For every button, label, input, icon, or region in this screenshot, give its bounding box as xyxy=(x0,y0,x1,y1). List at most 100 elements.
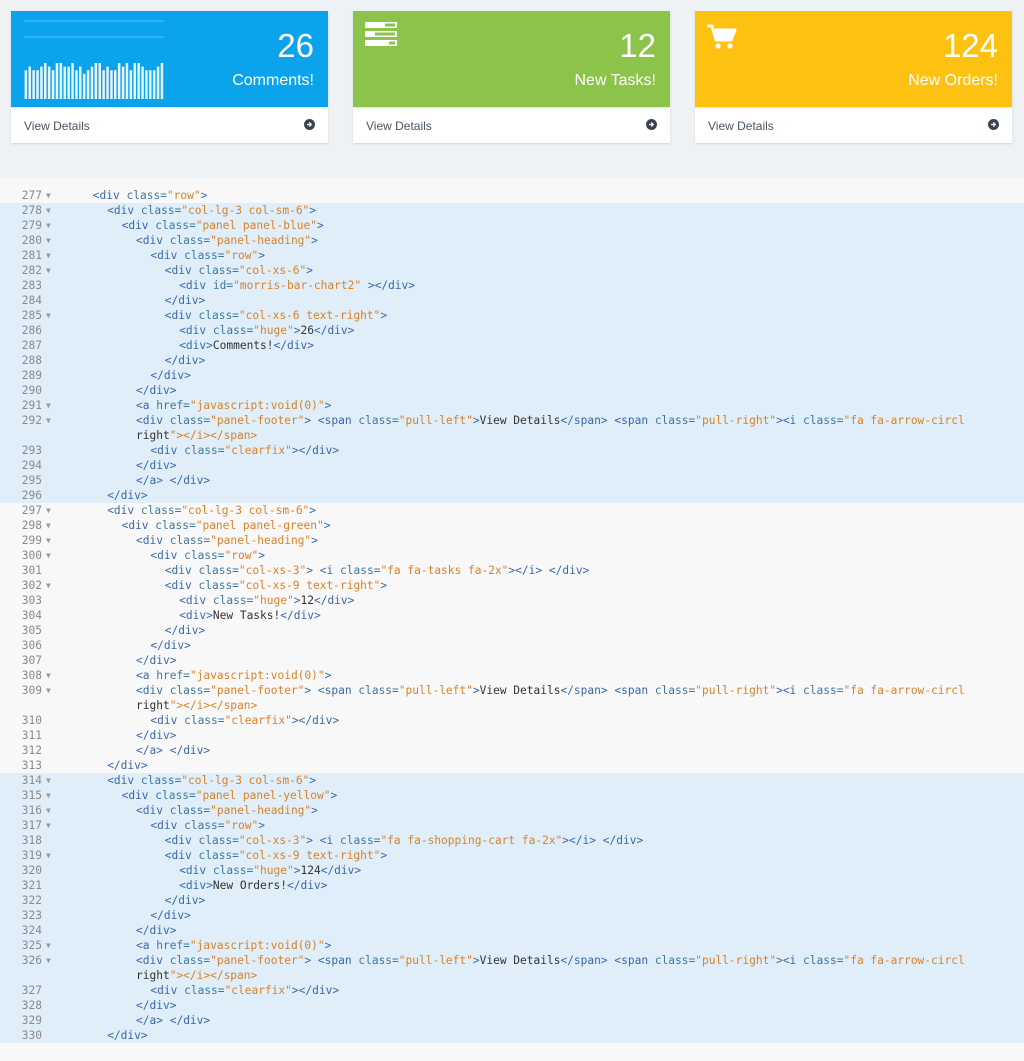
code-line[interactable]: right"></i></span> xyxy=(0,428,1024,443)
fold-arrow-icon[interactable]: ▼ xyxy=(46,398,56,413)
code-line[interactable]: 281 ▼ <div class="row"> xyxy=(0,248,1024,263)
code-line[interactable]: 291 ▼ <a href="javascript:void(0)"> xyxy=(0,398,1024,413)
code-line[interactable]: 299 ▼ <div class="panel-heading"> xyxy=(0,533,1024,548)
code-line[interactable]: 325 ▼ <a href="javascript:void(0)"> xyxy=(0,938,1024,953)
code-line[interactable]: 329 </a> </div> xyxy=(0,1013,1024,1028)
line-number: 303 xyxy=(21,594,42,607)
code-line[interactable]: 277 ▼ <div class="row"> xyxy=(0,188,1024,203)
code-line[interactable]: 287 <div>Comments!</div> xyxy=(0,338,1024,353)
code-line[interactable]: 320 <div class="huge">124</div> xyxy=(0,863,1024,878)
fold-arrow-icon[interactable]: ▼ xyxy=(46,518,56,533)
line-number: 301 xyxy=(21,564,42,577)
code-line[interactable]: 297 ▼ <div class="col-lg-3 col-sm-6"> xyxy=(0,503,1024,518)
code-line[interactable]: 303 <div class="huge">12</div> xyxy=(0,593,1024,608)
code-line[interactable]: 319 ▼ <div class="col-xs-9 text-right"> xyxy=(0,848,1024,863)
code-line[interactable]: 284 </div> xyxy=(0,293,1024,308)
fold-arrow-icon[interactable]: ▼ xyxy=(46,788,56,803)
code-line[interactable]: 321 <div>New Orders!</div> xyxy=(0,878,1024,893)
code-line[interactable]: 283 <div id="morris-bar-chart2" ></div> xyxy=(0,278,1024,293)
code-line[interactable]: 286 <div class="huge">26</div> xyxy=(0,323,1024,338)
code-line[interactable]: 290 </div> xyxy=(0,383,1024,398)
fold-arrow-icon[interactable]: ▼ xyxy=(46,503,56,518)
code-line[interactable]: 293 <div class="clearfix"></div> xyxy=(0,443,1024,458)
code-line[interactable]: 304 <div>New Tasks!</div> xyxy=(0,608,1024,623)
code-line[interactable]: 311 </div> xyxy=(0,728,1024,743)
code-line[interactable]: 298 ▼ <div class="panel panel-green"> xyxy=(0,518,1024,533)
code-line[interactable]: 305 </div> xyxy=(0,623,1024,638)
code-line[interactable]: 295 </a> </div> xyxy=(0,473,1024,488)
code-line[interactable]: 301 <div class="col-xs-3"> <i class="fa f… xyxy=(0,563,1024,578)
code-line[interactable]: 294 </div> xyxy=(0,458,1024,473)
code-line[interactable]: 280 ▼ <div class="panel-heading"> xyxy=(0,233,1024,248)
code-line[interactable]: 322 </div> xyxy=(0,893,1024,908)
code-line[interactable]: 323 </div> xyxy=(0,908,1024,923)
panel-comments: 26 Comments! View Details xyxy=(11,11,328,143)
fold-arrow-icon[interactable]: ▼ xyxy=(46,818,56,833)
code-line[interactable]: 309 ▼ <div class="panel-footer"> <span cla… xyxy=(0,683,1024,698)
code-line[interactable]: 313 </div> xyxy=(0,758,1024,773)
code-line[interactable]: 328 </div> xyxy=(0,998,1024,1013)
fold-arrow-icon[interactable]: ▼ xyxy=(46,413,56,428)
code-text: <div class="row"> xyxy=(150,819,265,832)
code-line[interactable]: 315 ▼ <div class="panel panel-yellow"> xyxy=(0,788,1024,803)
view-details-tasks[interactable]: View Details xyxy=(353,107,670,143)
fold-arrow-icon[interactable]: ▼ xyxy=(46,308,56,323)
fold-arrow-icon[interactable]: ▼ xyxy=(46,218,56,233)
mini-chart-bar xyxy=(156,66,160,99)
fold-arrow-icon[interactable]: ▼ xyxy=(46,683,56,698)
line-number: 278 xyxy=(21,204,42,217)
code-text: <div class="clearfix"></div> xyxy=(150,714,340,727)
fold-arrow-icon[interactable]: ▼ xyxy=(46,953,56,968)
mini-chart-bar xyxy=(51,70,55,99)
code-line[interactable]: 324 </div> xyxy=(0,923,1024,938)
code-line[interactable]: 316 ▼ <div class="panel-heading"> xyxy=(0,803,1024,818)
code-line[interactable]: 308 ▼ <a href="javascript:void(0)"> xyxy=(0,668,1024,683)
fold-arrow-icon[interactable]: ▼ xyxy=(46,548,56,563)
line-number: 287 xyxy=(21,339,42,352)
code-line[interactable]: 327 <div class="clearfix"></div> xyxy=(0,983,1024,998)
code-line[interactable]: 314 ▼ <div class="col-lg-3 col-sm-6"> xyxy=(0,773,1024,788)
code-line[interactable]: 318 <div class="col-xs-3"> <i class="fa f… xyxy=(0,833,1024,848)
fold-arrow-icon[interactable]: ▼ xyxy=(46,578,56,593)
code-line[interactable]: 279 ▼ <div class="panel panel-blue"> xyxy=(0,218,1024,233)
code-line[interactable]: 282 ▼ <div class="col-xs-6"> xyxy=(0,263,1024,278)
code-line[interactable]: right"></i></span> xyxy=(0,968,1024,983)
code-text: right"></i></span> xyxy=(136,699,258,712)
fold-arrow-icon[interactable]: ▼ xyxy=(46,203,56,218)
code-line[interactable]: 330 </div> xyxy=(0,1028,1024,1043)
fold-arrow-icon[interactable]: ▼ xyxy=(46,248,56,263)
code-line[interactable]: right"></i></span> xyxy=(0,698,1024,713)
code-line[interactable]: 285 ▼ <div class="col-xs-6 text-right"> xyxy=(0,308,1024,323)
code-line[interactable]: 292 ▼ <div class="panel-footer"> <span cla… xyxy=(0,413,1024,428)
fold-arrow-icon[interactable]: ▼ xyxy=(46,233,56,248)
fold-arrow-icon[interactable]: ▼ xyxy=(46,938,56,953)
code-line[interactable]: 302 ▼ <div class="col-xs-9 text-right"> xyxy=(0,578,1024,593)
fold-arrow-icon[interactable]: ▼ xyxy=(46,263,56,278)
fold-arrow-icon[interactable]: ▼ xyxy=(46,188,56,203)
code-line[interactable]: 307 </div> xyxy=(0,653,1024,668)
line-number: 306 xyxy=(21,639,42,652)
fold-arrow-icon[interactable]: ▼ xyxy=(46,533,56,548)
code-line[interactable]: 310 <div class="clearfix"></div> xyxy=(0,713,1024,728)
view-details-comments[interactable]: View Details xyxy=(11,107,328,143)
code-text: <div class="huge">26</div> xyxy=(179,324,355,337)
code-line[interactable]: 306 </div> xyxy=(0,638,1024,653)
view-details-orders[interactable]: View Details xyxy=(695,107,1012,143)
code-text: <div class="col-xs-3"> <i class="fa fa-t… xyxy=(164,564,590,577)
code-line[interactable]: 288 </div> xyxy=(0,353,1024,368)
code-line[interactable]: 289 </div> xyxy=(0,368,1024,383)
code-text: <div class="col-xs-9 text-right"> xyxy=(164,849,388,862)
orders-count: 124 xyxy=(942,27,998,64)
fold-arrow-icon[interactable]: ▼ xyxy=(46,803,56,818)
fold-arrow-icon[interactable]: ▼ xyxy=(46,773,56,788)
code-editor[interactable]: 277 ▼ <div class="row"> 278 ▼ <div class="col… xyxy=(0,178,1024,1061)
fold-arrow-icon[interactable]: ▼ xyxy=(46,848,56,863)
code-line[interactable]: 278 ▼ <div class="col-lg-3 col-sm-6"> xyxy=(0,203,1024,218)
code-line[interactable]: 296 </div> xyxy=(0,488,1024,503)
code-line[interactable]: 300 ▼ <div class="row"> xyxy=(0,548,1024,563)
code-line[interactable]: 326 ▼ <div class="panel-footer"> <span cla… xyxy=(0,953,1024,968)
code-line[interactable]: 317 ▼ <div class="row"> xyxy=(0,818,1024,833)
code-line[interactable]: 312 </a> </div> xyxy=(0,743,1024,758)
fold-arrow-icon[interactable]: ▼ xyxy=(46,668,56,683)
mini-chart-bar xyxy=(117,63,121,99)
